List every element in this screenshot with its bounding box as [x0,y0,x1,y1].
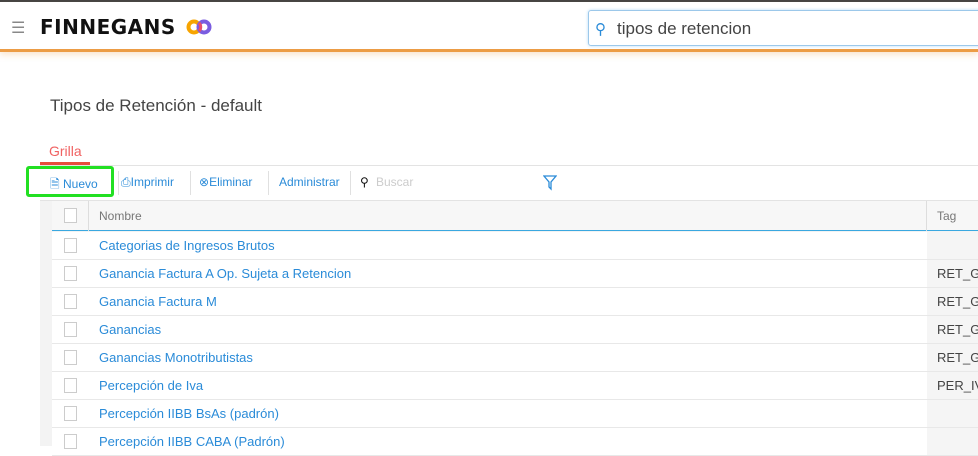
search-icon: ⚲ [360,175,369,189]
search-input[interactable]: ⚲ tipos de retencion [588,10,978,46]
delete-circle-x-icon: ⊗ [199,175,210,189]
row-tag: RET_G [927,288,978,315]
row-nombre-link[interactable]: Ganancias Monotributistas [99,350,253,365]
select-all-checkbox[interactable] [64,208,77,223]
table-row[interactable]: Percepción IIBB BsAs (padrón) [52,400,978,428]
row-nombre-link[interactable]: Percepción IIBB CABA (Padrón) [99,434,285,449]
table-row[interactable]: Percepción de Iva PER_IV [52,372,978,400]
grid-search-input[interactable]: Buscar [376,175,413,189]
row-tag: RET_G [927,260,978,287]
row-nombre-link[interactable]: Percepción IIBB BsAs (padrón) [99,406,279,421]
delete-label: Eliminar [209,175,253,189]
print-label: Imprimir [130,175,174,189]
printer-icon: ⎙ [121,175,131,189]
page-title: Tipos de Retención - default [50,96,262,115]
divider [118,171,119,195]
row-nombre-link[interactable]: Categorias de Ingresos Brutos [99,238,275,253]
row-nombre-link[interactable]: Ganancias [99,322,161,337]
row-checkbox[interactable] [64,266,77,281]
row-tag [927,400,978,427]
row-checkbox[interactable] [64,350,77,365]
row-checkbox[interactable] [64,378,77,393]
row-checkbox[interactable] [64,434,77,449]
row-checkbox[interactable] [64,406,77,421]
table-row[interactable]: Ganancias RET_G [52,316,978,344]
row-checkbox[interactable] [64,238,77,253]
tab-grilla[interactable]: Grilla [49,143,82,159]
divider [926,201,927,231]
row-tag: RET_G [927,316,978,343]
divider [88,201,89,231]
column-header-nombre[interactable]: Nombre [99,209,142,223]
table-row[interactable]: Ganancia Factura A Op. Sujeta a Retencio… [52,260,978,288]
table-row[interactable]: Ganancias Monotributistas RET_G [52,344,978,372]
app-header: ☰ FINNEGANS ⚲ tipos de retencion [0,2,978,52]
brand-logo[interactable]: FINNEGANS [40,15,176,39]
hamburger-menu-icon[interactable]: ☰ [11,18,25,38]
column-header-tag[interactable]: Tag [937,209,956,223]
row-checkbox[interactable] [64,322,77,337]
divider [350,171,351,195]
brand-logo-icon [186,19,212,35]
highlight-box [26,166,114,197]
table-row[interactable]: Categorias de Ingresos Brutos [52,232,978,260]
row-tag [927,428,978,455]
table-row[interactable]: Percepción IIBB CABA (Padrón) [52,428,978,456]
row-checkbox[interactable] [64,294,77,309]
grid-header-row: Nombre Tag [52,201,978,231]
divider [268,171,269,195]
data-grid: Nombre Tag Categorias de Ingresos Brutos… [40,201,978,456]
row-tag: PER_IV [927,372,978,399]
delete-button[interactable]: ⊗Eliminar [199,175,252,189]
row-nombre-link[interactable]: Ganancia Factura A Op. Sujeta a Retencio… [99,266,351,281]
table-row[interactable]: Ganancia Factura M RET_G [52,288,978,316]
row-nombre-link[interactable]: Ganancia Factura M [99,294,217,309]
row-tag [927,232,978,259]
row-tag: RET_G [927,344,978,371]
divider [190,171,191,195]
row-nombre-link[interactable]: Percepción de Iva [99,378,203,393]
print-button[interactable]: ⎙Imprimir [121,175,174,190]
search-icon: ⚲ [595,21,606,38]
filter-icon[interactable] [543,175,557,191]
search-value: tipos de retencion [617,19,752,38]
administrar-button[interactable]: Administrar [279,175,340,189]
toolbar: 🗎 Nuevo ⎙Imprimir ⊗Eliminar Administrar … [40,165,978,201]
